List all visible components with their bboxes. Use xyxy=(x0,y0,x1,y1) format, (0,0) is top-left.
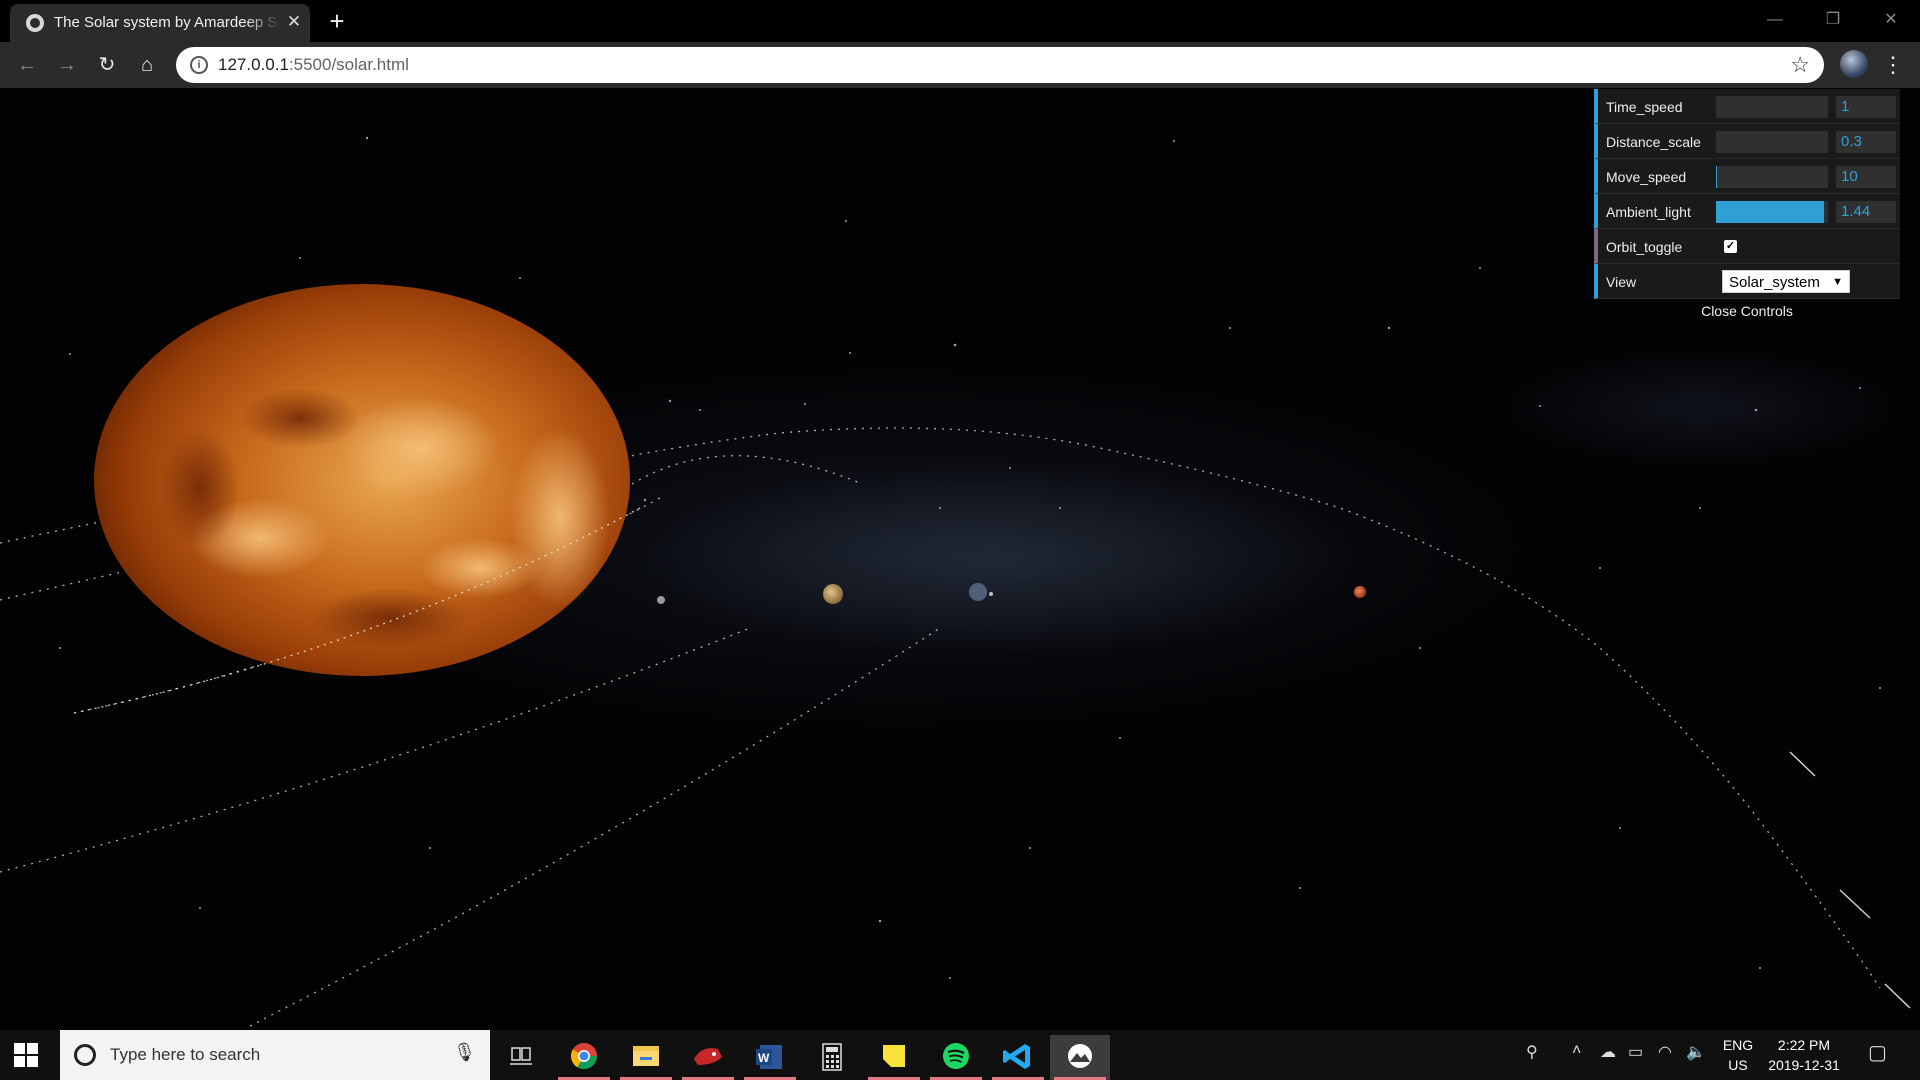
spotify-icon[interactable] xyxy=(926,1035,986,1080)
task-view-icon[interactable] xyxy=(490,1035,550,1080)
reload-button[interactable]: ↻ xyxy=(92,50,122,80)
search-placeholder: Type here to search xyxy=(110,1045,261,1064)
clock-date: 2019-12-31 xyxy=(1768,1057,1840,1073)
orbit-toggle-label: Orbit_toggle xyxy=(1606,239,1683,255)
info-icon[interactable]: i xyxy=(190,56,208,74)
close-window-button[interactable]: ✕ xyxy=(1868,6,1914,34)
venus xyxy=(823,584,843,604)
close-tab-icon[interactable]: ✕ xyxy=(283,11,305,33)
distance-scale-input[interactable]: 0.3 xyxy=(1836,131,1896,153)
clock-time: 2:22 PM xyxy=(1777,1037,1831,1053)
orbit-toggle-checkbox[interactable]: ✓ xyxy=(1724,240,1737,253)
minimize-button[interactable]: — xyxy=(1752,6,1798,34)
mars xyxy=(1354,586,1366,598)
home-button[interactable]: ⌂ xyxy=(132,50,162,80)
moon xyxy=(989,592,993,596)
onedrive-icon[interactable]: ☁ xyxy=(1600,1042,1616,1062)
control-orbit-toggle: Orbit_toggle ✓ xyxy=(1594,229,1900,264)
system-clock[interactable]: 2:22 PM 2019-12-31 xyxy=(1764,1035,1844,1075)
distance-scale-label: Distance_scale xyxy=(1606,134,1701,150)
region-code: US xyxy=(1728,1057,1748,1073)
red-app-icon[interactable] xyxy=(678,1035,738,1080)
control-ambient-light: Ambient_light 1.44 xyxy=(1594,194,1900,229)
controls-panel: Time_speed 1 Distance_scale 0.3 Move_spe… xyxy=(1594,89,1900,323)
dropdown-arrow-icon: ▼ xyxy=(1832,276,1843,288)
close-controls-button[interactable]: Close Controls xyxy=(1594,299,1900,323)
browser-title-bar: The Solar system by Amardeep Singh ✕ + —… xyxy=(0,0,1920,42)
move-speed-label: Move_speed xyxy=(1606,169,1687,185)
ambient-light-input[interactable]: 1.44 xyxy=(1836,201,1896,223)
near-orbit-segments xyxy=(1789,751,1911,1009)
time-speed-slider[interactable] xyxy=(1716,96,1828,118)
snip-app-icon[interactable] xyxy=(1050,1035,1110,1080)
volume-icon[interactable]: 🔈 xyxy=(1686,1042,1706,1062)
tab-title: The Solar system by Amardeep Singh xyxy=(54,14,280,31)
battery-icon[interactable]: ▭ xyxy=(1628,1042,1643,1062)
control-move-speed: Move_speed 10 xyxy=(1594,159,1900,194)
windows-start-icon[interactable] xyxy=(14,1043,38,1067)
control-distance-scale: Distance_scale 0.3 xyxy=(1594,124,1900,159)
view-label: View xyxy=(1606,274,1637,290)
file-explorer-icon[interactable] xyxy=(616,1035,676,1080)
move-speed-slider[interactable] xyxy=(1716,166,1828,188)
maximize-button[interactable]: ❐ xyxy=(1810,6,1856,34)
calculator-icon[interactable] xyxy=(802,1035,862,1080)
globe-icon xyxy=(26,14,44,32)
new-tab-button[interactable]: + xyxy=(322,6,352,36)
browser-toolbar: ← → ↻ ⌂ i 127.0.0.1:5500/solar.html ☆ ⋮ xyxy=(0,42,1920,88)
vscode-icon[interactable] xyxy=(988,1035,1048,1080)
orbit-path xyxy=(249,627,941,1027)
view-select[interactable]: Solar_system ▼ xyxy=(1722,270,1850,293)
url-host: 127.0.0.1 xyxy=(218,55,289,74)
control-time-speed: Time_speed 1 xyxy=(1594,89,1900,124)
control-view: View Solar_system ▼ xyxy=(1594,264,1900,299)
notifications-icon[interactable]: ▢ xyxy=(1868,1040,1887,1065)
earth xyxy=(969,583,987,601)
wifi-icon[interactable]: ◠ xyxy=(1658,1042,1672,1062)
svg-text:W: W xyxy=(758,1051,770,1065)
distance-scale-slider[interactable] xyxy=(1716,131,1828,153)
ambient-light-slider[interactable] xyxy=(1716,201,1828,223)
language-code: ENG xyxy=(1722,1037,1754,1053)
people-icon[interactable]: ⚲ xyxy=(1526,1042,1538,1062)
word-icon[interactable]: W xyxy=(740,1035,800,1080)
time-speed-input[interactable]: 1 xyxy=(1836,96,1896,118)
browser-menu-icon[interactable]: ⋮ xyxy=(1882,50,1904,80)
microphone-icon[interactable]: 🎙 xyxy=(453,1042,476,1063)
taskbar-search-box[interactable]: Type here to search 🎙 xyxy=(60,1030,490,1080)
mercury xyxy=(657,596,665,604)
forward-button[interactable]: → xyxy=(52,50,82,80)
orbit-path xyxy=(599,455,861,509)
show-hidden-icons-chevron-icon[interactable]: ˄ xyxy=(1572,1042,1581,1060)
language-indicator[interactable]: ENG US xyxy=(1718,1035,1758,1075)
slider-fill xyxy=(1716,201,1824,223)
windows-taskbar: Type here to search 🎙 W ⚲ ˄ ☁ ▭ ◠ 🔈 ENG … xyxy=(0,1030,1920,1080)
sticky-notes-icon[interactable] xyxy=(864,1035,924,1080)
move-speed-input[interactable]: 10 xyxy=(1836,166,1896,188)
view-selected-value: Solar_system xyxy=(1729,274,1820,291)
url-path: :5500/solar.html xyxy=(288,55,409,74)
ambient-light-label: Ambient_light xyxy=(1606,204,1691,220)
sun xyxy=(73,284,641,714)
url-text[interactable]: 127.0.0.1:5500/solar.html xyxy=(218,55,409,75)
bookmark-star-icon[interactable]: ☆ xyxy=(1790,52,1810,78)
browser-tab[interactable]: The Solar system by Amardeep Singh ✕ xyxy=(10,4,310,42)
address-bar[interactable]: i 127.0.0.1:5500/solar.html ☆ xyxy=(176,47,1824,83)
time-speed-label: Time_speed xyxy=(1606,99,1683,115)
cortana-icon[interactable] xyxy=(74,1044,96,1066)
profile-avatar[interactable] xyxy=(1840,50,1868,78)
chrome-icon[interactable] xyxy=(554,1035,614,1080)
back-button[interactable]: ← xyxy=(12,50,42,80)
screen: The Solar system by Amardeep Singh ✕ + —… xyxy=(0,0,1920,1080)
slider-fill xyxy=(1716,166,1718,188)
